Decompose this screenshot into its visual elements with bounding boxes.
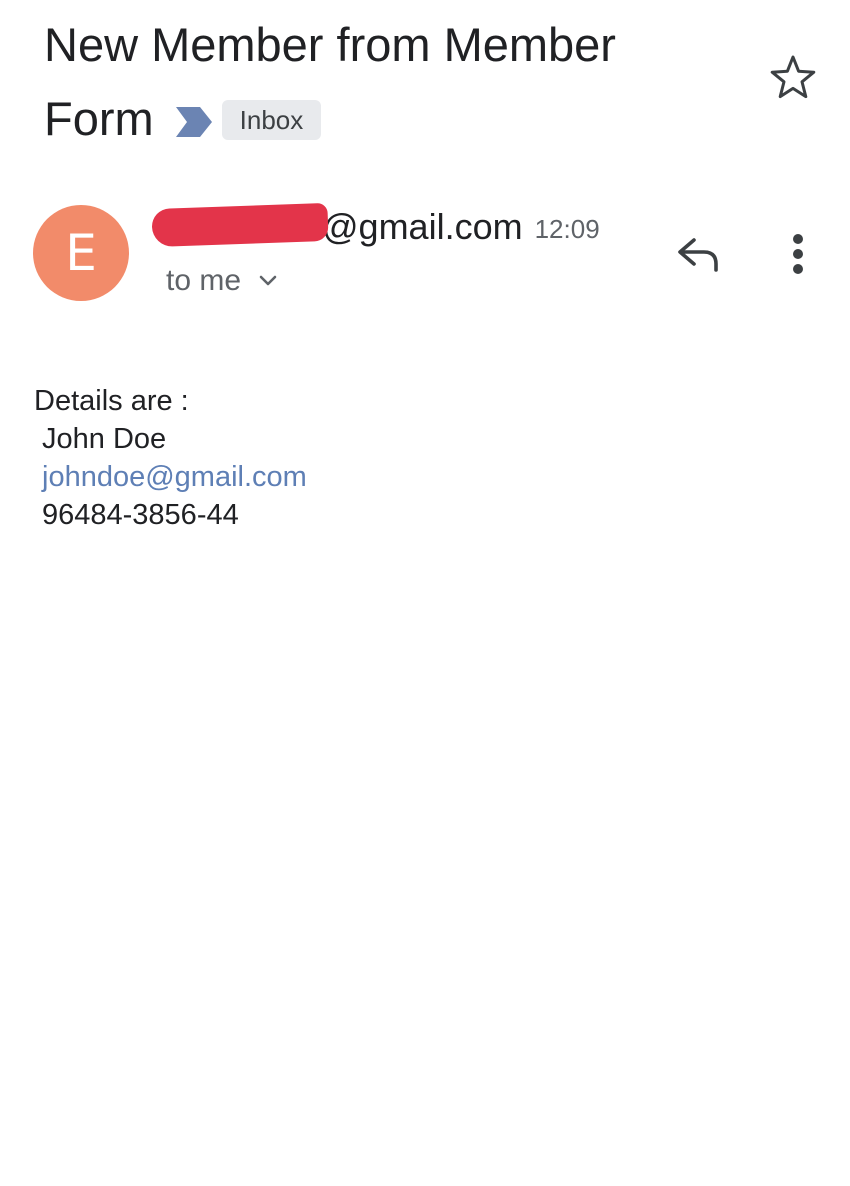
more-vert-icon — [793, 234, 803, 274]
reply-button[interactable] — [668, 226, 728, 282]
body-member-phone: 96484-3856-44 — [42, 499, 239, 531]
message-body: Details are : John Doe johndoe@gmail.com… — [34, 382, 814, 534]
sender-avatar[interactable]: E — [33, 205, 129, 301]
body-member-email-line: johndoe@gmail.com — [34, 458, 814, 496]
sender-address[interactable]: @gmail.com — [151, 200, 523, 254]
sender-line: @gmail.com 12:09 — [151, 200, 600, 254]
body-member-email-link[interactable]: johndoe@gmail.com — [42, 461, 307, 493]
redaction-mark — [151, 202, 329, 248]
body-intro: Details are : — [34, 385, 189, 417]
chevron-down-icon — [259, 275, 277, 286]
star-outline-icon — [770, 55, 816, 99]
recipient-details-toggle[interactable]: to me — [166, 260, 279, 302]
reply-icon — [678, 238, 718, 272]
message-time: 12:09 — [534, 214, 600, 244]
body-member-name: John Doe — [42, 423, 167, 455]
sender-address-domain: @gmail.com — [322, 206, 523, 247]
recipient-label: to me — [166, 264, 242, 297]
email-subject-header: New Member from Member Form Inbox — [44, 8, 734, 156]
importance-marker-icon[interactable] — [174, 86, 214, 137]
inbox-label-chip[interactable]: Inbox — [221, 100, 322, 140]
star-button[interactable] — [766, 50, 820, 104]
more-options-button[interactable] — [772, 226, 824, 282]
email-subject: New Member from Member Form — [44, 18, 616, 145]
